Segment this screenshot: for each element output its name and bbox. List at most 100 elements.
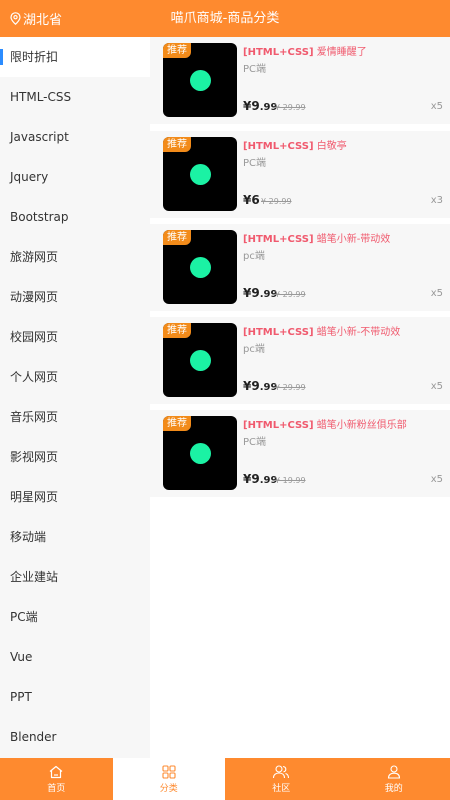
product-name: 白敬亭 xyxy=(316,141,347,152)
sidebar-item-vue[interactable]: Vue xyxy=(0,637,150,677)
user-icon xyxy=(387,764,400,779)
product-category-prefix: [HTML+CSS] xyxy=(243,234,314,245)
recommend-badge: 推荐 xyxy=(163,416,191,431)
product-platform: PC端 xyxy=(243,158,267,169)
tab-mine-label: 我的 xyxy=(384,783,403,794)
sidebar-item-blender[interactable]: Blender xyxy=(0,717,150,757)
location-selector[interactable]: 湖北省 xyxy=(10,0,62,37)
sidebar-item-campus[interactable]: 校园网页 xyxy=(0,317,150,357)
product-category-prefix: [HTML+CSS] xyxy=(243,420,314,431)
original-price: ¥ 19.99 xyxy=(275,476,306,485)
product-name: 蜡笔小新-带动效 xyxy=(316,234,391,245)
product-quantity: x5 xyxy=(430,288,443,299)
thumbnail-dot xyxy=(190,443,211,464)
product-title[interactable]: [HTML+CSS] 蜡笔小新粉丝俱乐部 xyxy=(243,416,443,431)
original-price: ¥ 29.99 xyxy=(275,383,306,392)
price-integer: ¥9 xyxy=(243,379,260,393)
home-icon xyxy=(49,765,63,778)
sidebar-item-anime[interactable]: 动漫网页 xyxy=(0,277,150,317)
product-thumbnail[interactable]: 推荐 xyxy=(163,137,237,211)
sidebar-item-enterprise[interactable]: 企业建站 xyxy=(0,557,150,597)
product-name: 蜡笔小新-不带动效 xyxy=(316,327,401,338)
price-row: ¥9.99 ¥ 29.99 x5 xyxy=(243,377,443,393)
product-quantity: x5 xyxy=(430,474,443,485)
thumbnail-dot xyxy=(190,70,211,91)
sidebar-item-jquery[interactable]: Jquery xyxy=(0,157,150,197)
sidebar-item-javascript[interactable]: Javascript xyxy=(0,117,150,157)
product-card[interactable]: 推荐 [HTML+CSS] 白敬亭 PC端 ¥6 ¥ 29.99 x3 xyxy=(150,131,450,218)
product-thumbnail[interactable]: 推荐 xyxy=(163,323,237,397)
price-integer: ¥9 xyxy=(243,472,260,486)
product-price: ¥9.99 xyxy=(243,472,277,486)
sidebar-item-html-css[interactable]: HTML-CSS xyxy=(0,77,150,117)
product-price: ¥6 xyxy=(243,193,260,207)
page-title: 喵爪商城-商品分类 xyxy=(170,11,280,26)
product-category-prefix: [HTML+CSS] xyxy=(243,327,314,338)
recommend-badge: 推荐 xyxy=(163,230,191,245)
product-platform: PC端 xyxy=(243,437,267,448)
original-price: ¥ 29.99 xyxy=(275,103,306,112)
product-price: ¥9.99 xyxy=(243,379,277,393)
product-title[interactable]: [HTML+CSS] 蜡笔小新-不带动效 xyxy=(243,323,443,338)
price-integer: ¥6 xyxy=(243,193,260,207)
sidebar-item-mobile[interactable]: 移动端 xyxy=(0,517,150,557)
thumbnail-dot xyxy=(190,350,211,371)
recommend-badge: 推荐 xyxy=(163,323,191,338)
tab-category-label: 分类 xyxy=(159,783,178,794)
community-icon xyxy=(273,764,290,778)
sidebar-item-pc[interactable]: PC端 xyxy=(0,597,150,637)
tab-mine[interactable]: 我的 xyxy=(338,758,450,800)
original-price: ¥ 29.99 xyxy=(275,290,306,299)
product-category-prefix: [HTML+CSS] xyxy=(243,47,314,58)
tab-home-label: 首页 xyxy=(47,783,66,794)
product-list: 推荐 [HTML+CSS] 爱情睡醒了 PC端 ¥9.99 ¥ 29.99 x5… xyxy=(150,37,450,758)
product-price: ¥9.99 xyxy=(243,99,277,113)
sidebar-item-travel[interactable]: 旅游网页 xyxy=(0,237,150,277)
product-quantity: x5 xyxy=(430,101,443,112)
sidebar-item-bootstrap[interactable]: Bootstrap xyxy=(0,197,150,237)
sidebar-item-limited-discount[interactable]: 限时折扣 xyxy=(0,37,150,77)
product-card[interactable]: 推荐 [HTML+CSS] 蜡笔小新-带动效 pc端 ¥9.99 ¥ 29.99… xyxy=(150,224,450,311)
product-quantity: x3 xyxy=(430,195,443,206)
price-row: ¥6 ¥ 29.99 x3 xyxy=(243,191,443,207)
top-header: 湖北省 喵爪商城-商品分类 xyxy=(0,0,450,37)
recommend-badge: 推荐 xyxy=(163,43,191,58)
product-thumbnail[interactable]: 推荐 xyxy=(163,230,237,304)
location-label: 湖北省 xyxy=(23,13,63,28)
price-row: ¥9.99 ¥ 29.99 x5 xyxy=(243,97,443,113)
product-platform: pc端 xyxy=(243,344,265,355)
product-title[interactable]: [HTML+CSS] 白敬亭 xyxy=(243,137,443,152)
product-card[interactable]: 推荐 [HTML+CSS] 爱情睡醒了 PC端 ¥9.99 ¥ 29.99 x5 xyxy=(150,37,450,124)
bottom-tab-bar: 首页 分类 社区 我的 xyxy=(0,758,450,800)
category-sidebar: 限时折扣 HTML-CSS Javascript Jquery Bootstra… xyxy=(0,37,150,758)
product-card[interactable]: 推荐 [HTML+CSS] 蜡笔小新-不带动效 pc端 ¥9.99 ¥ 29.9… xyxy=(150,317,450,404)
tab-category[interactable]: 分类 xyxy=(112,758,225,800)
recommend-badge: 推荐 xyxy=(163,137,191,152)
price-row: ¥9.99 ¥ 19.99 x5 xyxy=(243,470,443,486)
product-name: 蜡笔小新粉丝俱乐部 xyxy=(316,420,407,431)
product-name: 爱情睡醒了 xyxy=(316,47,367,58)
original-price: ¥ 29.99 xyxy=(261,197,292,206)
price-integer: ¥9 xyxy=(243,286,260,300)
product-thumbnail[interactable]: 推荐 xyxy=(163,43,237,117)
sidebar-item-celebrity[interactable]: 明星网页 xyxy=(0,477,150,517)
product-price: ¥9.99 xyxy=(243,286,277,300)
product-platform: PC端 xyxy=(243,64,267,75)
thumbnail-dot xyxy=(190,164,211,185)
tab-home[interactable]: 首页 xyxy=(0,758,113,800)
product-title[interactable]: [HTML+CSS] 蜡笔小新-带动效 xyxy=(243,230,443,245)
product-info: [HTML+CSS] 蜡笔小新粉丝俱乐部 PC端 ¥9.99 ¥ 19.99 x… xyxy=(243,416,443,490)
product-card[interactable]: 推荐 [HTML+CSS] 蜡笔小新粉丝俱乐部 PC端 ¥9.99 ¥ 19.9… xyxy=(150,410,450,497)
sidebar-item-film[interactable]: 影视网页 xyxy=(0,437,150,477)
sidebar-item-personal[interactable]: 个人网页 xyxy=(0,357,150,397)
product-platform: pc端 xyxy=(243,251,265,262)
product-thumbnail[interactable]: 推荐 xyxy=(163,416,237,490)
product-title[interactable]: [HTML+CSS] 爱情睡醒了 xyxy=(243,43,443,58)
thumbnail-dot xyxy=(190,257,211,278)
product-info: [HTML+CSS] 蜡笔小新-带动效 pc端 ¥9.99 ¥ 29.99 x5 xyxy=(243,230,443,304)
sidebar-item-ppt[interactable]: PPT xyxy=(0,677,150,717)
sidebar-item-music[interactable]: 音乐网页 xyxy=(0,397,150,437)
price-integer: ¥9 xyxy=(243,99,260,113)
tab-community[interactable]: 社区 xyxy=(225,758,338,800)
product-info: [HTML+CSS] 白敬亭 PC端 ¥6 ¥ 29.99 x3 xyxy=(243,137,443,211)
